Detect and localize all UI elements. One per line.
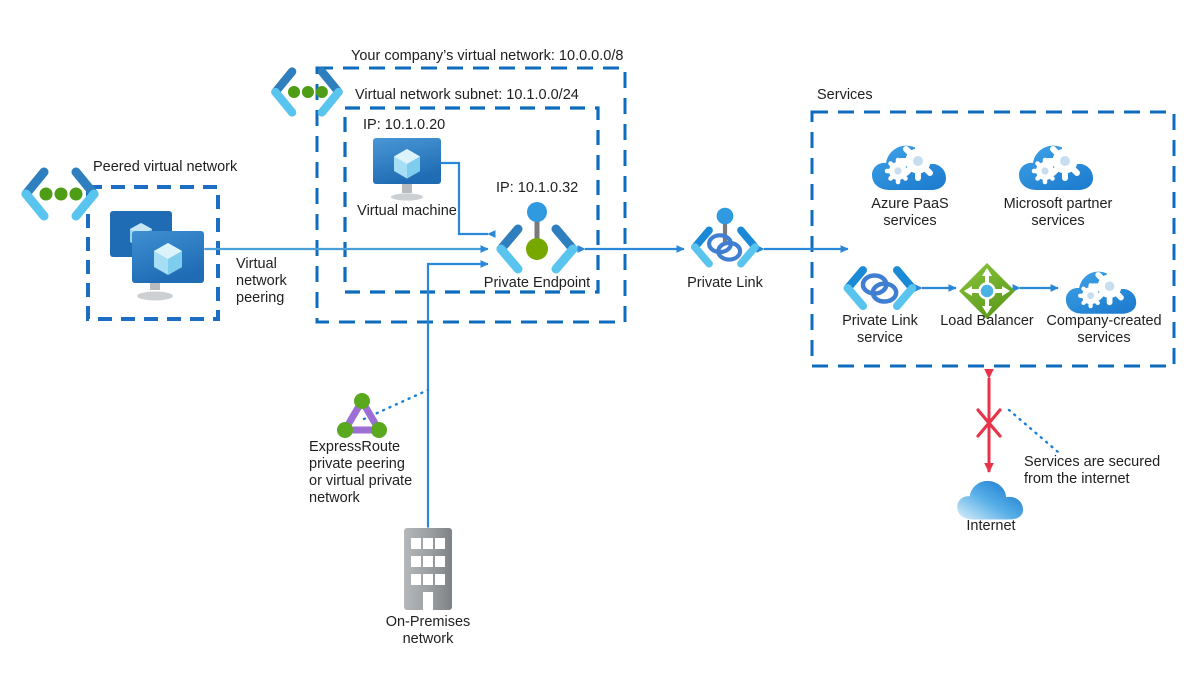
- virtual-machines-icon: [104, 205, 206, 305]
- private-endpoint-label: Private Endpoint: [483, 275, 591, 291]
- private-endpoint-icon: [488, 199, 586, 275]
- peered-vnet-label: Peered virtual network: [90, 159, 241, 176]
- expressroute-icon: [333, 392, 391, 442]
- virtual-machine-icon: [370, 138, 444, 201]
- virtual-network-peering-annotation: Virtual network peering: [236, 256, 287, 306]
- internet-blocked-connector: [976, 369, 1002, 473]
- company-created-label: Company-created services: [1046, 313, 1162, 346]
- services-label: Services: [814, 87, 876, 104]
- virtual-network-icon: [18, 166, 102, 222]
- cloud-services-icon-company: [1064, 262, 1140, 318]
- private-endpoint-ip-label: IP: 10.1.0.32: [496, 180, 579, 196]
- secured-from-internet-annotation: Services are secured from the internet: [1024, 454, 1161, 487]
- internet-cloud-icon: [955, 475, 1027, 523]
- virtual-machine-label: Virtual machine: [357, 203, 457, 219]
- on-premises-label: On-Premises network: [385, 614, 471, 647]
- company-vnet-label: Your company’s virtual network: 10.0.0.0…: [348, 48, 627, 65]
- diagram-canvas: Peered virtual network Your company’s vi…: [0, 0, 1200, 700]
- vm-ip-label: IP: 10.1.0.20: [363, 117, 446, 133]
- connectors-layer: [197, 159, 1060, 535]
- private-link-label: Private Link: [687, 275, 763, 291]
- load-balancer-icon: [958, 262, 1016, 320]
- private-link-service-icon: [836, 263, 924, 315]
- private-link-icon: [684, 199, 766, 275]
- cloud-services-icon-paas: [870, 136, 950, 194]
- microsoft-partner-label: Microsoft partner services: [1003, 196, 1113, 229]
- cloud-services-icon-partner: [1017, 136, 1097, 194]
- azure-paas-label: Azure PaaS services: [871, 196, 949, 229]
- load-balancer-label: Load Balancer: [940, 313, 1034, 329]
- internet-label: Internet: [966, 518, 1016, 534]
- subnet-label: Virtual network subnet: 10.1.0.0/24: [352, 87, 582, 104]
- on-premises-building-icon: [402, 526, 454, 612]
- secured-leader-line: [1007, 408, 1060, 454]
- expressroute-label: ExpressRoute private peering or virtual …: [309, 439, 413, 506]
- private-link-service-label: Private Link service: [842, 313, 918, 346]
- virtual-network-icon-top: [268, 66, 346, 118]
